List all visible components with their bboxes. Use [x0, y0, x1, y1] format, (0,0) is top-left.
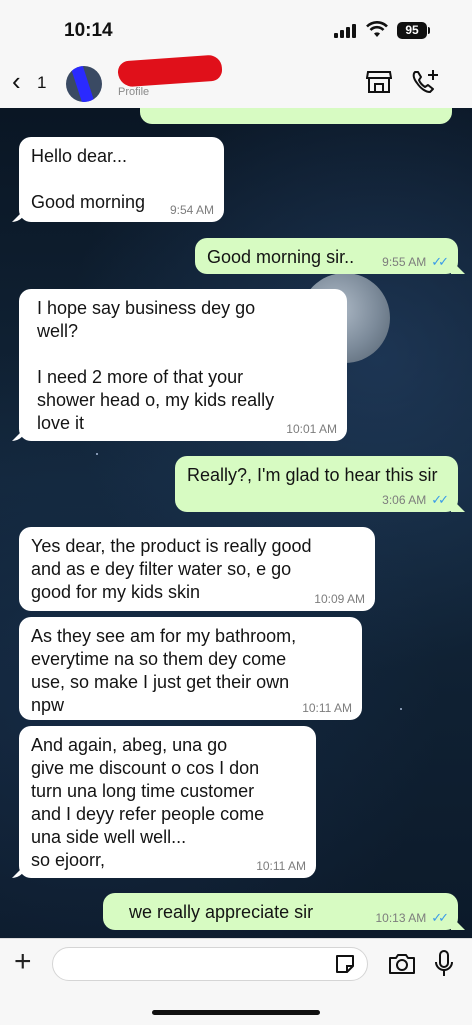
avatar[interactable]: [66, 66, 102, 102]
contact-name-redaction[interactable]: [117, 54, 223, 88]
cellular-signal-icon: [334, 24, 358, 38]
message-time: 3:06 AM: [382, 493, 427, 507]
wifi-icon: [366, 21, 388, 37]
message-bubble[interactable]: As they see am for my bathroom, everytim…: [19, 617, 362, 720]
message-time: 10:11 AM: [302, 701, 352, 715]
message-bubble[interactable]: Really?, I'm glad to hear this sir 3:06 …: [175, 456, 458, 512]
camera-icon[interactable]: [388, 952, 416, 976]
battery-icon: 95: [397, 22, 427, 39]
status-time: 10:14: [64, 20, 113, 41]
microphone-icon[interactable]: [434, 949, 454, 979]
read-receipt-icon: ✓✓: [431, 254, 449, 269]
message-time: 10:09 AM: [314, 592, 365, 606]
contact-subtitle: Profile: [118, 86, 150, 98]
attach-plus-icon[interactable]: +: [14, 947, 32, 977]
message-text: Really?, I'm glad to hear this sir: [187, 465, 438, 485]
home-indicator[interactable]: [152, 1010, 320, 1015]
message-time: 10:01 AM: [286, 422, 337, 436]
battery-tip: [428, 27, 430, 34]
message-bubble[interactable]: And again, abeg, una go give me discount…: [19, 726, 316, 878]
store-icon[interactable]: [366, 70, 392, 94]
message-bubble[interactable]: I hope say business dey go well? I need …: [19, 289, 347, 441]
message-text: I hope say business dey go well? I need …: [37, 298, 275, 433]
message-bubble[interactable]: we really appreciate sir 10:13 AM ✓✓: [103, 893, 458, 930]
previous-message-peek: [140, 108, 452, 124]
message-time: 10:11 AM: [256, 859, 306, 873]
add-call-icon[interactable]: [410, 68, 440, 96]
unread-count[interactable]: 1: [37, 73, 46, 93]
back-chevron-icon[interactable]: ‹: [12, 68, 21, 94]
status-bar: 10:14 95: [0, 0, 472, 58]
read-receipt-icon: ✓✓: [431, 492, 449, 507]
message-text: And again, abeg, una go give me discount…: [31, 735, 265, 870]
message-text: Yes dear, the product is really good and…: [31, 536, 312, 602]
message-bubble[interactable]: Hello dear... Good morning 9:54 AM: [19, 137, 224, 222]
message-time: 10:13 AM: [375, 911, 427, 925]
message-time: 9:55 AM: [382, 255, 427, 269]
avatar-scribble: [69, 66, 97, 102]
message-input[interactable]: [52, 947, 368, 981]
message-bubble[interactable]: Good morning sir.. 9:55 AM ✓✓: [195, 238, 458, 274]
message-bubble[interactable]: Yes dear, the product is really good and…: [19, 527, 375, 611]
read-receipt-icon: ✓✓: [431, 910, 449, 925]
chat-header: ‹ 1 Profile: [0, 54, 472, 109]
message-time: 9:54 AM: [169, 203, 214, 217]
sticker-icon[interactable]: [334, 953, 356, 975]
